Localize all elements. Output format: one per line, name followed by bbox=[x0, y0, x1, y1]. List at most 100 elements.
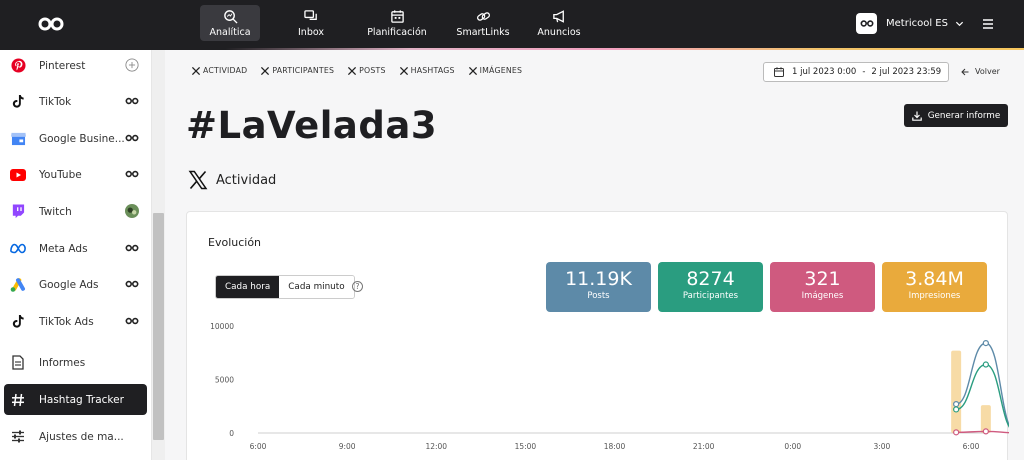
metricool-logo-icon bbox=[125, 131, 139, 145]
account-switcher[interactable]: Metricool ES bbox=[856, 13, 964, 34]
sidebar-item-label: TikTok Ads bbox=[39, 315, 94, 328]
help-icon[interactable]: ? bbox=[352, 281, 363, 292]
pinterest-icon bbox=[10, 58, 26, 74]
tab-hashtags[interactable]: HASHTAGS bbox=[399, 66, 455, 75]
sidebar-item-tiktok-ads[interactable]: TikTok Ads bbox=[4, 306, 147, 337]
chat-icon bbox=[303, 9, 317, 20]
metricool-logo-icon bbox=[125, 94, 139, 108]
metric-value: 8274 bbox=[686, 268, 735, 290]
add-circle-icon[interactable] bbox=[125, 58, 139, 72]
nav-smartlinks-label: SmartLinks bbox=[456, 26, 510, 38]
generate-report-button[interactable]: Generar informe bbox=[904, 104, 1008, 127]
meta-icon bbox=[10, 241, 26, 257]
back-label: Volver bbox=[975, 67, 1000, 76]
nav-planning-label: Planificación bbox=[367, 26, 427, 38]
link-icon bbox=[476, 11, 490, 21]
date-end: 2 jul 2023 23:59 bbox=[871, 67, 942, 77]
sidebar-item-label: Meta Ads bbox=[39, 242, 88, 255]
metricool-logo-icon[interactable] bbox=[38, 14, 64, 34]
twitch-avatar bbox=[125, 204, 139, 218]
sidebar-item-meta-ads[interactable]: Meta Ads bbox=[4, 233, 147, 264]
top-bar: Analítica Inbox Planificación SmartLinks… bbox=[0, 0, 1024, 48]
metric-label: Posts bbox=[587, 291, 610, 301]
date-start: 1 jul 2023 0:00 bbox=[792, 67, 857, 77]
nav-planning[interactable]: Planificación bbox=[352, 5, 442, 41]
nav-smartlinks[interactable]: SmartLinks bbox=[452, 5, 514, 41]
tiktok-icon bbox=[10, 314, 26, 330]
x-logo-icon bbox=[399, 66, 408, 75]
metricool-logo-icon bbox=[860, 20, 873, 27]
metricool-logo-icon bbox=[125, 277, 139, 291]
metric-label: Impresiones bbox=[908, 291, 961, 301]
nav-ads[interactable]: Anuncios bbox=[524, 5, 594, 41]
account-name: Metricool ES bbox=[886, 18, 948, 29]
granularity-toggle: Cada hora Cada minuto bbox=[215, 275, 355, 299]
google-ads-icon bbox=[10, 277, 26, 293]
tab-label: ACTIVIDAD bbox=[203, 66, 248, 75]
toggle-minute[interactable]: Cada minuto bbox=[279, 276, 354, 298]
y-tick-label: 5000 bbox=[215, 376, 234, 385]
scrollbar-thumb[interactable] bbox=[153, 213, 164, 440]
x-tick-label: 21:00 bbox=[693, 442, 715, 451]
sidebar-item-brand-settings[interactable]: Ajustes de ma... bbox=[4, 421, 147, 452]
sidebar-item-label: Ajustes de ma... bbox=[39, 430, 124, 443]
sidebar-item-google-business[interactable]: Google Busine... bbox=[4, 123, 147, 154]
tab-label: HASHTAGS bbox=[410, 66, 455, 75]
nav-inbox-label: Inbox bbox=[298, 26, 324, 38]
sidebar-item-label: YouTube bbox=[39, 168, 82, 181]
sidebar-item-hashtag-tracker[interactable]: Hashtag Tracker bbox=[4, 384, 147, 415]
youtube-icon bbox=[10, 167, 26, 183]
sidebar-item-pinterest[interactable]: Pinterest bbox=[4, 50, 147, 81]
generate-report-label: Generar informe bbox=[927, 110, 1001, 121]
section-header: Actividad bbox=[188, 170, 276, 190]
metricool-logo-icon bbox=[125, 167, 139, 181]
account-avatar bbox=[856, 13, 877, 34]
x-tick-label: 12:00 bbox=[425, 442, 447, 451]
sidebar-scrollbar[interactable] bbox=[152, 50, 165, 460]
hamburger-menu-icon[interactable] bbox=[982, 18, 994, 30]
chart-point bbox=[982, 340, 989, 347]
chart-point bbox=[953, 401, 960, 408]
metric-label: Participantes bbox=[682, 291, 739, 301]
sidebar-item-youtube[interactable]: YouTube bbox=[4, 159, 147, 190]
x-tick-label: 9:00 bbox=[339, 442, 356, 451]
card-title: Evolución bbox=[208, 236, 262, 249]
sidebar-item-label: Hashtag Tracker bbox=[39, 393, 124, 406]
x-logo-icon bbox=[261, 66, 270, 75]
section-title: Actividad bbox=[216, 172, 277, 188]
nav-analytics[interactable]: Analítica bbox=[200, 5, 260, 41]
page-title: #LaVelada3 bbox=[186, 104, 438, 147]
metric-value: 11.19K bbox=[565, 268, 632, 290]
metric-value: 321 bbox=[804, 268, 841, 290]
sidebar-item-label: Pinterest bbox=[39, 59, 86, 72]
sidebar-item-reports[interactable]: Informes bbox=[4, 347, 147, 378]
back-link[interactable]: Volver bbox=[961, 67, 1000, 76]
tab-images[interactable]: IMÁGENES bbox=[468, 66, 523, 75]
x-tick-label: 6:00 bbox=[250, 442, 267, 451]
download-icon bbox=[911, 111, 922, 121]
date-separator: - bbox=[862, 67, 866, 77]
chart-bar bbox=[951, 350, 962, 433]
metric-participants: 8274 Participantes bbox=[658, 262, 763, 312]
sidebar-item-tiktok[interactable]: TikTok bbox=[4, 86, 147, 117]
sidebar-item-label: Informes bbox=[39, 356, 86, 369]
tab-posts[interactable]: POSTS bbox=[348, 66, 386, 75]
metricool-logo-icon bbox=[125, 314, 139, 328]
x-logo-icon bbox=[192, 66, 200, 75]
nav-inbox[interactable]: Inbox bbox=[280, 5, 342, 41]
chart-point bbox=[982, 361, 989, 368]
tab-activity[interactable]: ACTIVIDAD bbox=[192, 66, 247, 75]
evolution-card: Evolución Cada hora Cada minuto ? 11.19K… bbox=[186, 211, 1009, 460]
y-tick-label: 10000 bbox=[210, 322, 234, 331]
arrow-left-icon bbox=[961, 68, 969, 75]
metric-images: 321 Imágenes bbox=[770, 262, 875, 312]
date-range-picker[interactable]: 1 jul 2023 0:00 - 2 jul 2023 23:59 bbox=[763, 62, 949, 82]
sidebar-item-google-ads[interactable]: Google Ads bbox=[4, 269, 147, 300]
sidebar-item-twitch[interactable]: Twitch bbox=[4, 196, 147, 227]
tab-label: PARTICIPANTES bbox=[272, 66, 335, 75]
sidebar-item-label: Google Ads bbox=[39, 278, 99, 291]
google-business-icon bbox=[10, 131, 26, 147]
toggle-hourly[interactable]: Cada hora bbox=[216, 276, 280, 298]
tab-participants[interactable]: PARTICIPANTES bbox=[261, 66, 334, 75]
calendar-icon bbox=[390, 9, 404, 23]
